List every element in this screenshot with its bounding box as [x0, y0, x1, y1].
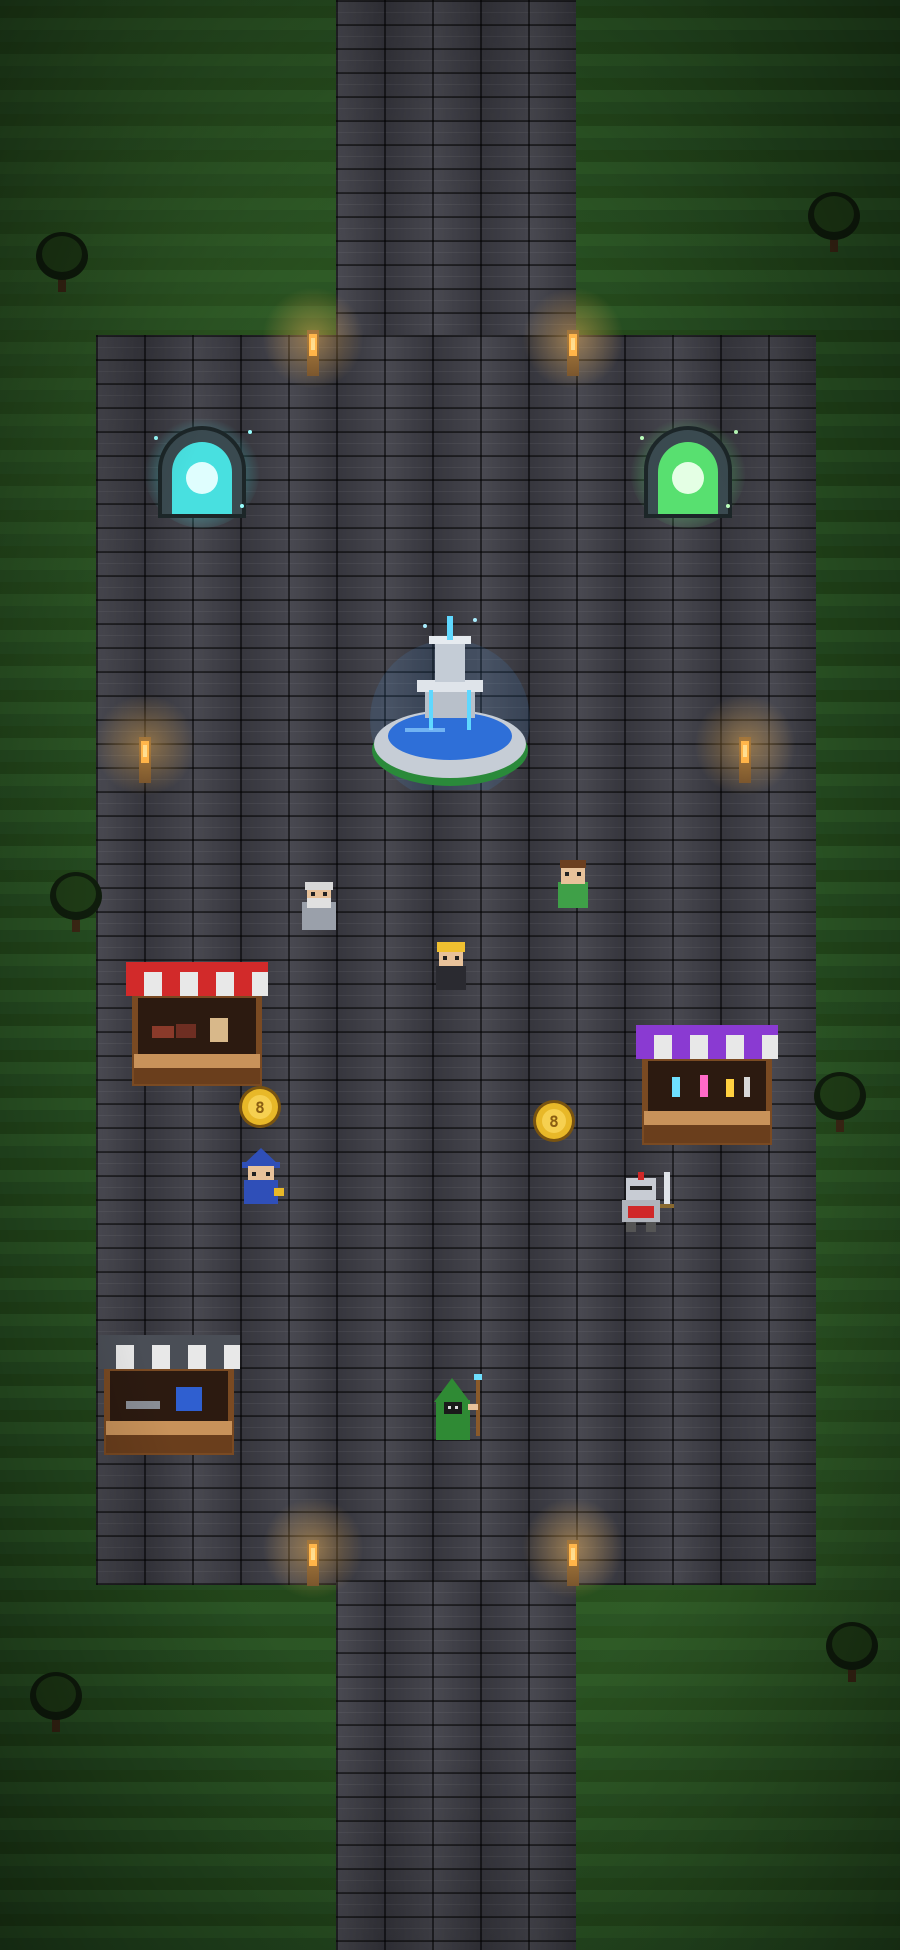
potion-stall-icon[interactable] [634, 1025, 780, 1149]
tree-icon [30, 1672, 82, 1732]
torch-icon [258, 283, 368, 393]
south-path [336, 1580, 576, 1950]
tree-icon [50, 872, 102, 932]
tree-icon [36, 232, 88, 292]
smithy-stall-icon[interactable] [96, 1335, 242, 1459]
food-stall-icon[interactable] [124, 962, 270, 1090]
tree-icon [826, 1622, 878, 1682]
tree-icon [808, 192, 860, 252]
gold-coin-symbol: 8 [549, 1112, 559, 1131]
portal-green-icon[interactable] [628, 408, 748, 528]
torch-icon [90, 690, 200, 800]
player-icon[interactable] [428, 938, 474, 994]
gold-coin-icon[interactable]: 8 [531, 1098, 577, 1144]
villager-icon[interactable] [550, 856, 596, 912]
fountain-icon[interactable] [365, 600, 535, 790]
game-map: 8 8 [0, 0, 900, 1950]
gold-coin-icon[interactable]: 8 [237, 1084, 283, 1130]
torch-icon [258, 1493, 368, 1603]
tree-icon [814, 1072, 866, 1132]
torch-icon [690, 690, 800, 800]
ranger-icon[interactable] [424, 1374, 494, 1450]
torch-icon [518, 1493, 628, 1603]
wizard-icon[interactable] [234, 1148, 288, 1208]
portal-cyan-icon[interactable] [142, 408, 262, 528]
gold-coin-symbol: 8 [255, 1098, 265, 1117]
knight-icon[interactable] [612, 1168, 682, 1238]
torch-icon [518, 283, 628, 393]
old-man-icon[interactable] [296, 878, 342, 934]
